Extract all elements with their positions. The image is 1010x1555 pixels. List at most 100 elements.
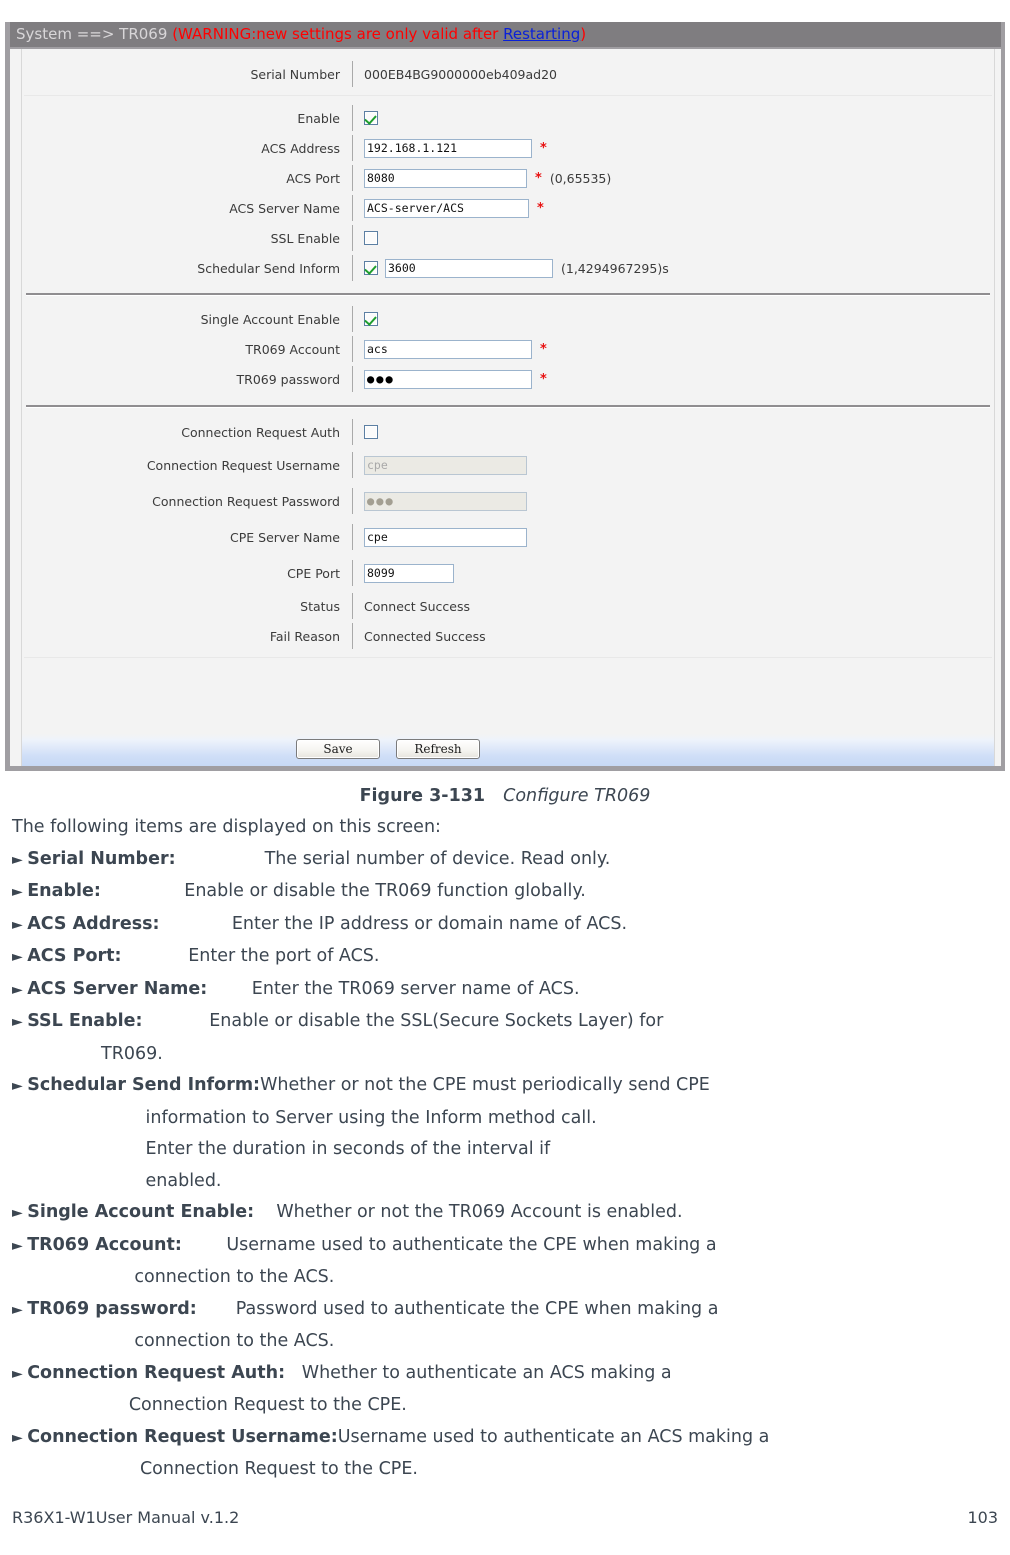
warning-text: (WARNING:new settings are only valid aft… [172, 25, 504, 43]
label-ssl-enable: SSL Enable [270, 230, 340, 246]
definition-list: ► Serial Number: The serial number of de… [12, 844, 1004, 1486]
figure-caption: Figure 3-131 Configure TR069 [0, 786, 1010, 806]
definition-item: ► Connection Request Auth: Whether to au… [12, 1358, 1004, 1391]
checkbox-enable[interactable] [364, 111, 378, 125]
screenshot-panel: System ==> TR069 (WARNING:new settings a… [5, 22, 1005, 771]
definition-description-continued: connection to the ACS. [12, 1267, 335, 1287]
definition-item: ► Connection Request Username:Username u… [12, 1422, 1004, 1455]
bullet-arrow-icon: ► [12, 1205, 28, 1221]
definition-term: Connection Request Auth: [27, 1362, 286, 1383]
row-connection-request-auth: Connection Request Auth [22, 417, 994, 447]
definition-description: Enter the IP address or domain name of A… [159, 913, 628, 934]
warning-suffix: ) [580, 25, 587, 43]
definition-term: Schedular Send Inform: [27, 1075, 261, 1095]
section-serial: Serial Number 000EB4BG9000000eb409ad20 [22, 49, 994, 96]
label-cpe-server-name: CPE Server Name [230, 529, 340, 545]
row-connection-request-username: Connection Request Username cpe [22, 447, 994, 483]
bullet-arrow-icon: ► [12, 1365, 28, 1382]
input-tr069-password[interactable]: ●●● [364, 369, 532, 389]
section-separator [26, 293, 990, 295]
definition-term: SSL Enable: [27, 1011, 143, 1031]
section-connection-request: Connection Request Auth Connection Reque… [22, 411, 994, 658]
label-tr069-password: TR069 password [236, 371, 341, 387]
bullet-arrow-icon: ► [12, 981, 28, 998]
label-cpe-port: CPE Port [287, 565, 340, 581]
definition-term: Serial Number: [27, 848, 176, 869]
input-schedular-send-inform-interval[interactable]: 3600 [385, 258, 553, 278]
definition-description: Username used to authenticate the CPE wh… [181, 1234, 717, 1255]
row-cpe-server-name: CPE Server Name cpe [22, 519, 994, 555]
required-marker: * [535, 170, 542, 186]
checkbox-single-account-enable[interactable] [364, 312, 378, 326]
definition-description-continued: Enter the duration in seconds of the int… [12, 1139, 551, 1159]
input-cpe-port[interactable]: 8099 [364, 563, 454, 583]
label-fail-reason: Fail Reason [269, 628, 340, 644]
label-connection-request-auth: Connection Request Auth [181, 424, 340, 440]
label-enable: Enable [297, 110, 340, 126]
required-marker: * [540, 341, 547, 357]
definition-item: ► ACS Port: Enter the port of ACS. [12, 941, 1004, 974]
bullet-arrow-icon: ► [12, 1237, 28, 1254]
row-tr069-account: TR069 Account acs * [22, 334, 994, 364]
breadcrumb-path: System ==> TR069 [16, 25, 168, 43]
input-acs-port[interactable]: 8080 [364, 168, 527, 188]
definition-item: ► TR069 Account: Username used to authen… [12, 1230, 1004, 1263]
definition-description-continued: TR069. [12, 1043, 163, 1064]
input-tr069-account[interactable]: acs [364, 339, 532, 359]
label-schedular-send-inform: Schedular Send Inform [197, 260, 340, 276]
definition-term: ACS Server Name: [27, 978, 208, 999]
definition-item: ► SSL Enable: Enable or disable the SSL(… [12, 1006, 1004, 1039]
definition-term: Single Account Enable: [27, 1202, 255, 1222]
refresh-button[interactable]: Refresh [396, 739, 480, 759]
label-connection-request-password: Connection Request Password [152, 493, 340, 509]
value-fail-reason: Connected Success [364, 628, 486, 644]
definition-term: ACS Address: [27, 913, 160, 934]
definition-item: ► ACS Server Name: Enter the TR069 serve… [12, 974, 1004, 1007]
definition-term: Connection Request Username: [27, 1426, 338, 1447]
definition-description: The serial number of device. Read only. [175, 848, 611, 869]
definition-description-continued: Connection Request to the CPE. [12, 1459, 418, 1479]
row-cpe-port: CPE Port 8099 [22, 555, 994, 591]
checkbox-connection-request-auth[interactable] [364, 425, 378, 439]
row-connection-request-password: Connection Request Password ●●● [22, 483, 994, 519]
section-single-account: Single Account Enable TR069 Account acs … [22, 299, 994, 399]
definition-description: Enable or disable the SSL(Secure Sockets… [142, 1011, 664, 1031]
restarting-link[interactable]: Restarting [503, 25, 580, 43]
row-status: Status Connect Success [22, 591, 994, 621]
definition-description: Whether or not the CPE must periodically… [260, 1075, 710, 1095]
definition-item: ► Schedular Send Inform:Whether or not t… [12, 1070, 1004, 1103]
definition-item: ► Single Account Enable: Whether or not … [12, 1197, 1004, 1230]
row-enable: Enable [22, 103, 994, 133]
input-connection-request-password[interactable]: ●●● [364, 491, 527, 511]
definition-description-continued: connection to the ACS. [12, 1331, 335, 1351]
required-marker: * [540, 371, 547, 387]
checkbox-ssl-enable[interactable] [364, 231, 378, 245]
label-serial-number: Serial Number [250, 66, 340, 82]
bullet-arrow-icon: ► [12, 949, 28, 965]
definition-description-continued: Connection Request to the CPE. [12, 1395, 407, 1415]
hint-inform-range: (1,4294967295)s [561, 260, 669, 276]
input-acs-address[interactable]: 192.168.1.121 [364, 138, 532, 158]
page-footer: R36X1-W1User Manual v.1.2 103 [12, 1508, 998, 1527]
save-button[interactable]: Save [296, 739, 380, 759]
figure-number: Figure 3-131 [359, 786, 486, 806]
section-acs: Enable ACS Address 192.168.1.121 * ACS P… [22, 96, 994, 287]
checkbox-schedular-send-inform[interactable] [364, 261, 378, 275]
label-tr069-account: TR069 Account [245, 341, 340, 357]
label-status: Status [300, 598, 340, 614]
input-cpe-server-name[interactable]: cpe [364, 527, 527, 547]
row-tr069-password: TR069 password ●●● * [22, 364, 994, 394]
row-ssl-enable: SSL Enable [22, 223, 994, 253]
bullet-arrow-icon: ► [12, 916, 28, 933]
definition-description: Whether or not the TR069 Account is enab… [254, 1202, 683, 1222]
definition-item: ► Serial Number: The serial number of de… [12, 844, 1004, 877]
bullet-arrow-icon: ► [12, 884, 28, 900]
input-connection-request-username[interactable]: cpe [364, 455, 527, 475]
screen-titlebar: System ==> TR069 (WARNING:new settings a… [10, 22, 1001, 49]
input-acs-server-name[interactable]: ACS-server/ACS [364, 198, 529, 218]
definition-description: Whether to authenticate an ACS making a [285, 1362, 672, 1383]
hint-acs-port-range: (0,65535) [549, 170, 612, 186]
row-divider [24, 657, 992, 658]
row-single-account-enable: Single Account Enable [22, 304, 994, 334]
label-acs-port: ACS Port [286, 170, 340, 186]
